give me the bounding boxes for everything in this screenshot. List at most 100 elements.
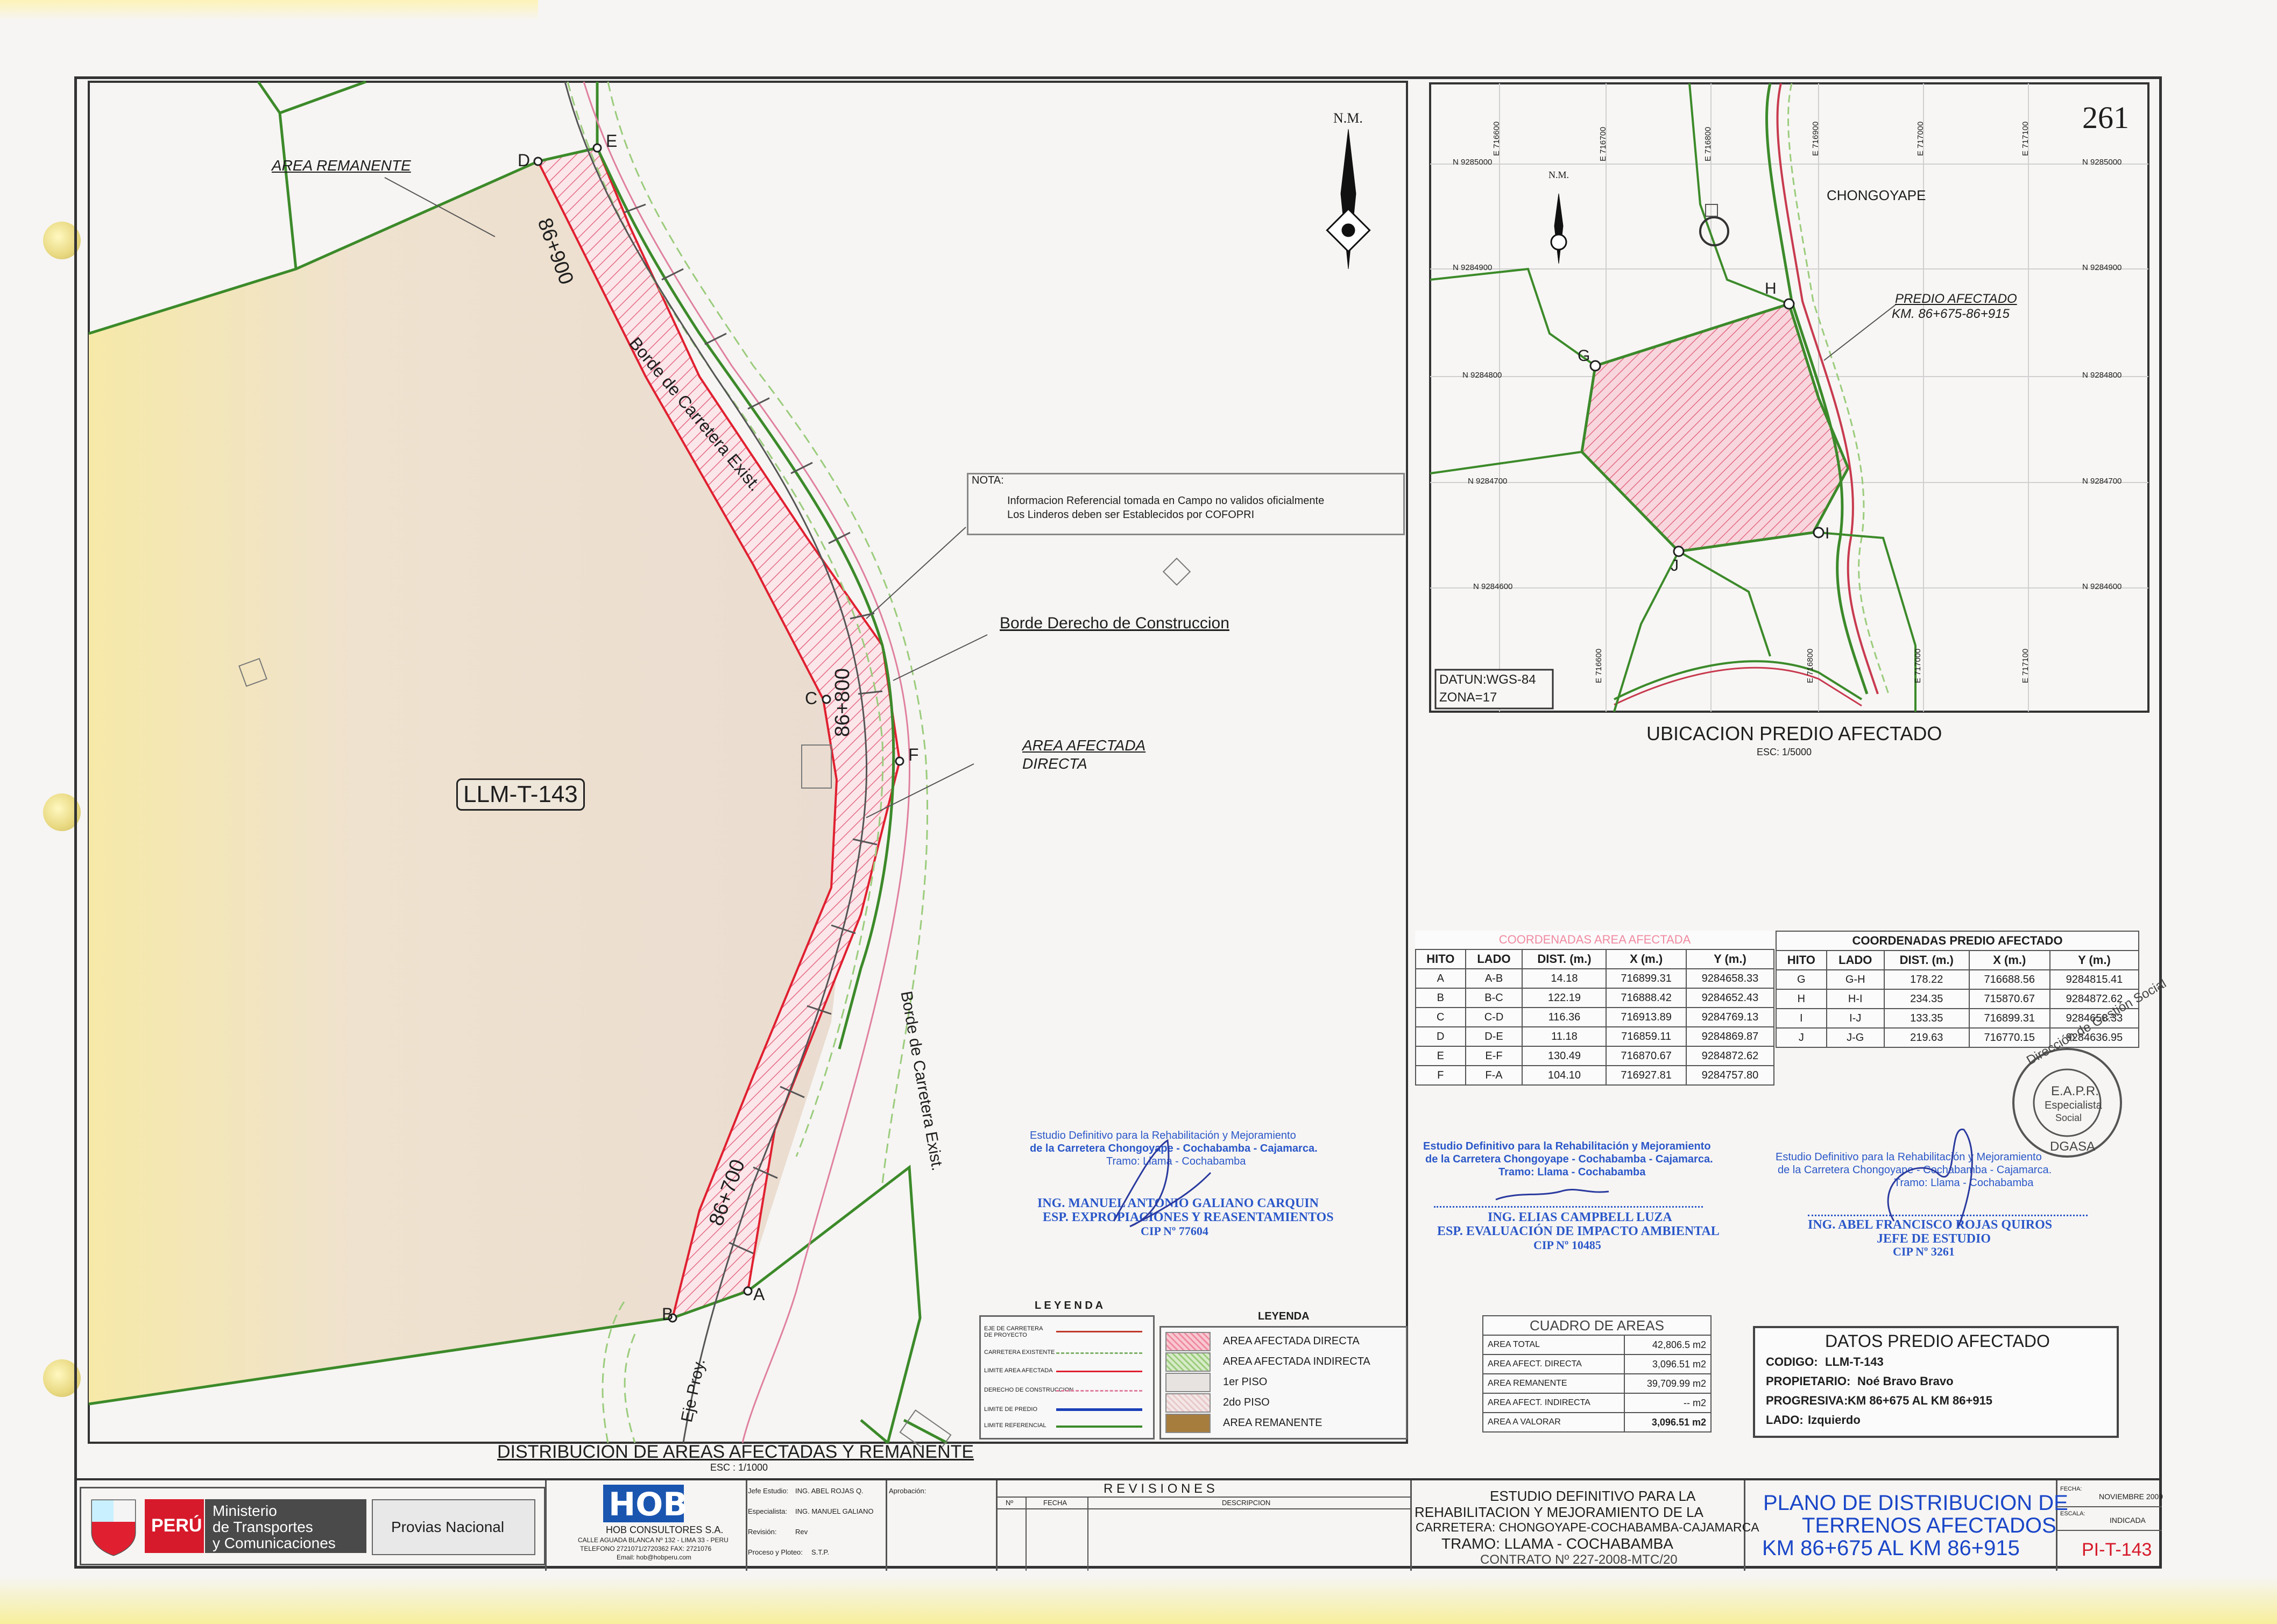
col-header: DIST. (m.) — [1883, 950, 1970, 970]
leyenda-line-swatch — [1056, 1371, 1142, 1372]
progresiva-value: KM 86+675 AL KM 86+915 — [1848, 1394, 1993, 1407]
progresiva-label: PROGRESIVA: — [1766, 1394, 1848, 1407]
cell: F — [1415, 1065, 1466, 1086]
location-map-title: UBICACION PREDIO AFECTADO — [1646, 722, 1942, 744]
estudio-line-3: CARRETERA: CHONGOYAPE-COCHABAMBA-CAJAMAR… — [1416, 1520, 1759, 1534]
north-label-main: N.M. — [1333, 110, 1363, 126]
table-header-row: HITO LADO DIST. (m.) X (m.) Y (m.) — [1776, 950, 2140, 970]
cell: 116.36 — [1522, 1007, 1607, 1027]
cell: 716888.42 — [1606, 988, 1687, 1008]
cell: D — [1415, 1026, 1466, 1047]
cell: 14.18 — [1522, 968, 1607, 989]
cell: 9284815.41 — [2049, 969, 2140, 990]
point-i-label: I — [1825, 524, 1830, 542]
cell: H — [1776, 989, 1827, 1009]
cell: 3,096.51 m2 — [1623, 1412, 1712, 1432]
leyenda-areas-box: LEYENDA AREA AFECTADA DIRECTA AREA AFECT… — [1159, 1310, 1408, 1439]
km-86-800-label: 86+800 — [831, 668, 854, 737]
proceso-value: S.T.P. — [811, 1548, 830, 1556]
north-arrow-main — [1326, 129, 1371, 270]
table-row: C C-D 116.36 716913.89 9284769.13 — [1415, 1007, 1775, 1027]
east-tick-label: E 717100 — [2021, 121, 2030, 156]
hob-name: HOB CONSULTORES S.A. — [606, 1524, 724, 1535]
table-row: AREA TOTAL 42,806.5 m2 — [1482, 1335, 1712, 1355]
col-header: X (m.) — [1606, 949, 1687, 969]
north-tick-label: N 9284600 — [2082, 582, 2122, 591]
leyenda-line-item: LIMITE AREA AFECTADA — [984, 1367, 1053, 1374]
cell: G-H — [1826, 969, 1885, 990]
east-tick-label: E 716600 — [1594, 648, 1603, 683]
nota-title: NOTA: — [972, 474, 1004, 486]
north-tick-label: N 9285000 — [2082, 158, 2122, 167]
cell: 9284652.43 — [1685, 988, 1775, 1008]
codigo-value: LLM-T-143 — [1825, 1355, 1884, 1368]
cell: 122.19 — [1522, 988, 1607, 1008]
proceso-label: Proceso y Ploteo: — [748, 1548, 803, 1556]
hob-telephone: TELEFONO 2721071/2720362 FAX: 2721076 — [580, 1545, 712, 1552]
cuadro-areas-title: CUADRO DE AREAS — [1482, 1315, 1712, 1336]
paper-stain — [0, 0, 538, 20]
east-tick-label: E 717000 — [1916, 121, 1925, 156]
ministry-line-3: y Comunicaciones — [213, 1535, 336, 1551]
north-tick-label: N 9284700 — [2082, 477, 2122, 486]
cell: I — [1776, 1008, 1827, 1029]
swatch-area-directa — [1165, 1332, 1211, 1351]
cell: J — [1776, 1027, 1827, 1048]
leyenda-line-item: EJE DE CARRETERA DE PROYECTO — [984, 1325, 1043, 1338]
plano-line-3: KM 86+675 AL KM 86+915 — [1762, 1536, 2020, 1560]
estudio-line-4: TRAMO: LLAMA - COCHABAMBA — [1441, 1535, 1673, 1552]
swatch-2do-piso — [1165, 1393, 1211, 1413]
point-e-label: E — [606, 131, 618, 151]
leyenda-area-item: AREA AFECTADA INDIRECTA — [1223, 1356, 1370, 1367]
cell: 9284872.62 — [1685, 1046, 1775, 1066]
col-header: DIST. (m.) — [1522, 949, 1607, 969]
point-a-label: A — [753, 1285, 765, 1304]
leyenda-area-item: 2do PISO — [1223, 1396, 1270, 1408]
table-row: H H-I 234.35 715870.67 9284872.62 — [1776, 989, 2140, 1009]
north-tick-label: N 9284900 — [1453, 263, 1493, 272]
cell: AREA AFECT. DIRECTA — [1482, 1354, 1625, 1374]
north-label-loc: N.M. — [1548, 169, 1569, 180]
plano-title-box: PLANO DE DISTRIBUCION DE TERRENOS AFECTA… — [1744, 1480, 2068, 1571]
directa-label: DIRECTA — [1022, 755, 1087, 772]
swatch-1er-piso — [1165, 1373, 1211, 1392]
codigo-label: CODIGO: — [1766, 1355, 1818, 1368]
rev-col-divider — [1087, 1497, 1088, 1571]
east-tick-label: E 716600 — [1492, 121, 1501, 156]
cell: 716927.81 — [1606, 1065, 1687, 1086]
leyenda-area-item: 1er PISO — [1223, 1376, 1268, 1388]
seal-center-2: Especialista — [2045, 1100, 2102, 1111]
cell: H-I — [1826, 989, 1885, 1009]
jefe-label: Jefe Estudio: — [748, 1487, 789, 1495]
point-j-label: J — [1671, 557, 1679, 575]
revision-value: Rev — [795, 1528, 808, 1536]
plano-line-1: PLANO DE DISTRIBUCION DE — [1763, 1491, 2068, 1515]
col-header: LADO — [1826, 950, 1885, 970]
leyenda-line-item: LIMITE DE PREDIO — [984, 1406, 1038, 1413]
predio-afectado-label: PREDIO AFECTADO — [1895, 292, 2017, 306]
provias-label: Provias Nacional — [391, 1519, 505, 1535]
cell: C — [1415, 1007, 1466, 1027]
cell: D-E — [1465, 1026, 1523, 1047]
cell: 9284769.13 — [1685, 1007, 1775, 1027]
main-plan-title: DISTRIBUCION DE AREAS AFECTADAS Y REMANE… — [497, 1442, 974, 1462]
area-afectada-label: AREA AFECTADA — [1022, 737, 1146, 754]
paper-stain — [0, 1576, 2277, 1624]
esp-label: Especialista: — [748, 1507, 787, 1515]
leyenda-line-swatch — [1056, 1408, 1142, 1411]
mtc-logo: PERÚ Ministerio de Transportes y Comunic… — [80, 1487, 546, 1565]
seal-center-1: E.A.P.R. — [2051, 1084, 2099, 1098]
cell: 11.18 — [1522, 1026, 1607, 1047]
ministry-line-2: de Transportes — [213, 1519, 313, 1535]
table-row: AREA A VALORAR 3,096.51 m2 — [1482, 1412, 1712, 1432]
cell: B — [1415, 988, 1466, 1008]
east-tick-label: E 716700 — [1599, 126, 1608, 161]
cell: 39,709.99 m2 — [1623, 1373, 1712, 1394]
point-f-label: F — [908, 745, 919, 764]
hob-email: Email: hob@hobperu.com — [617, 1554, 691, 1561]
table-row: AREA AFECT. DIRECTA 3,096.51 m2 — [1482, 1354, 1712, 1374]
area-remanente-label: AREA REMANENTE — [272, 157, 411, 174]
cell: A-B — [1465, 968, 1523, 989]
table-header-row: HITO LADO DIST. (m.) X (m.) Y (m.) — [1415, 949, 1775, 969]
rev-desc-header: DESCRIPCION — [1222, 1499, 1271, 1507]
